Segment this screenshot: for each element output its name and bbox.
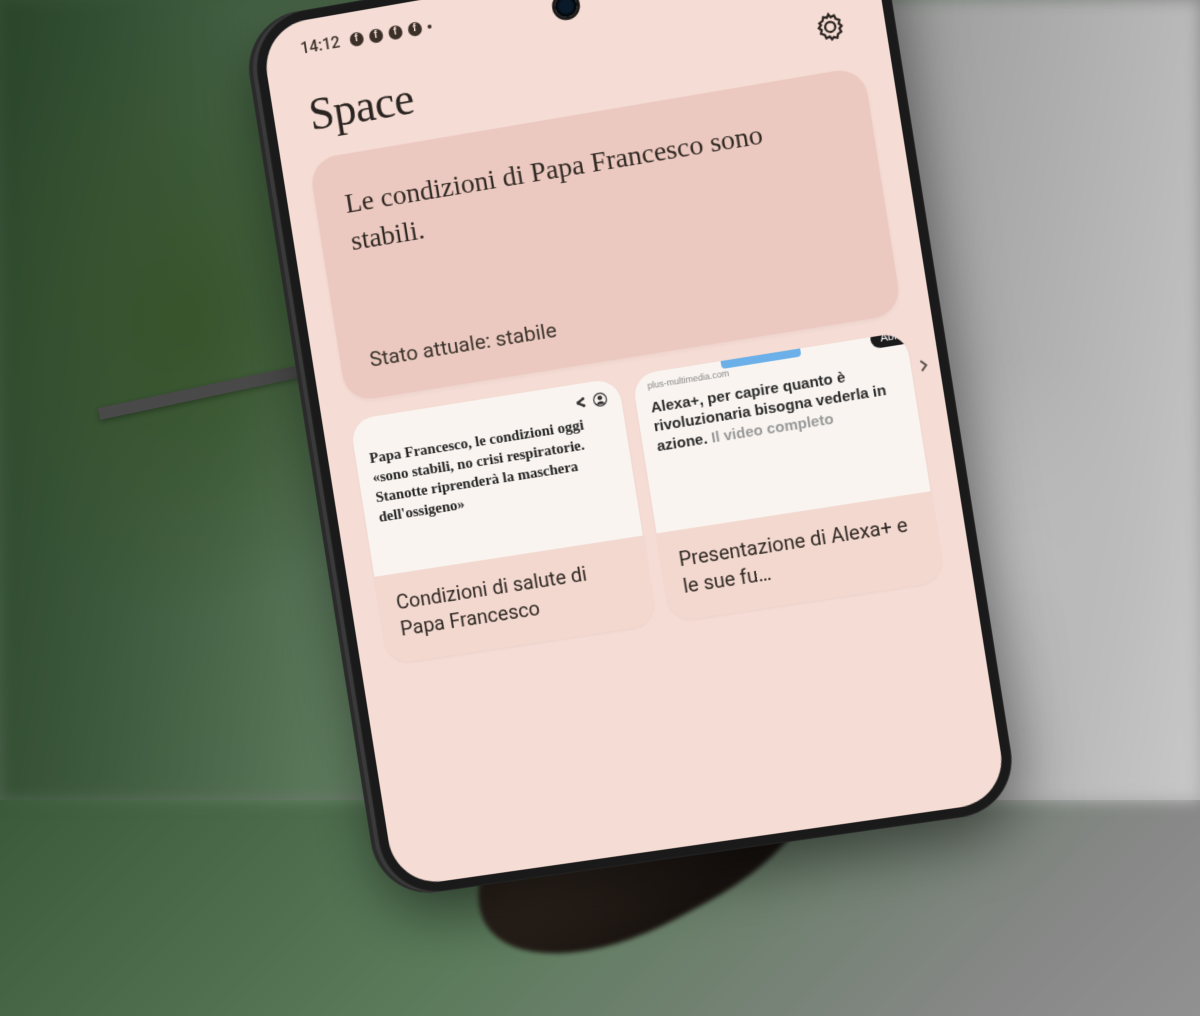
status-app-icons: f f f f — [348, 19, 432, 47]
page-title: Space — [305, 72, 417, 142]
facebook-icon: f — [387, 24, 403, 40]
chevron-right-icon — [913, 355, 934, 376]
gear-icon — [813, 9, 848, 44]
phone-screen: 14:12 f f f f — [260, 0, 1009, 888]
facebook-icon: f — [368, 27, 384, 43]
account-icon — [592, 391, 608, 407]
facebook-icon: f — [348, 31, 364, 47]
status-time: 14:12 — [299, 32, 341, 57]
more-chevron[interactable] — [913, 355, 935, 381]
share-icon — [572, 394, 588, 410]
more-dot-icon — [427, 24, 432, 29]
news-card-2[interactable]: Abrir plus-multimedia.com Alexa+, per ca… — [632, 331, 945, 622]
settings-button[interactable] — [809, 5, 851, 47]
facebook-icon: f — [407, 21, 423, 37]
news-card-1[interactable]: Papa Francesco, le condizioni oggi «sono… — [350, 377, 657, 664]
